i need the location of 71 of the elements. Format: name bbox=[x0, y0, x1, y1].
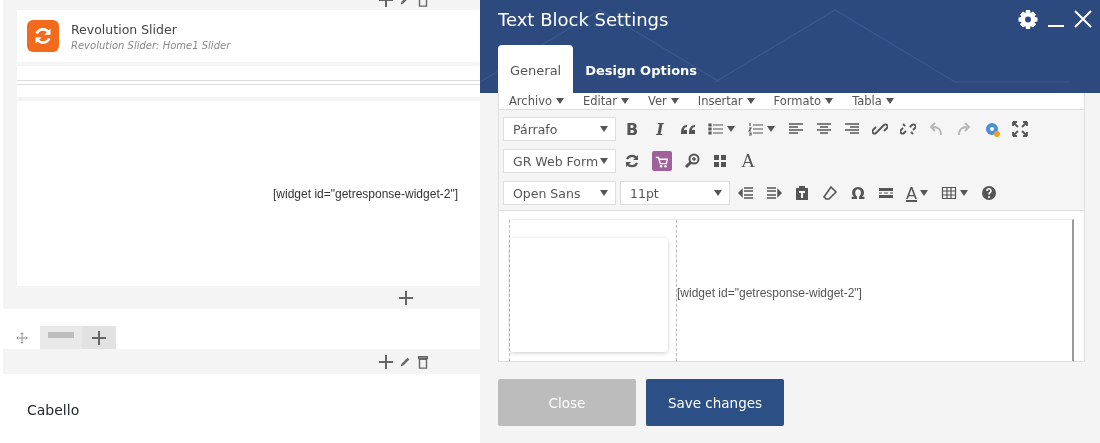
indent-icon bbox=[766, 185, 782, 201]
toolbar-button[interactable]: I bbox=[648, 117, 672, 141]
toolbar-button[interactable]: B bbox=[620, 117, 644, 141]
caret-icon bbox=[599, 124, 609, 134]
widget-shortcode: [widget id="getresponse-widget-2"] bbox=[677, 286, 862, 302]
widget-shortcode: [widget id="getresponse-widget-2"] bbox=[273, 186, 458, 201]
section-title: Cabello bbox=[27, 402, 81, 418]
outdent-icon bbox=[738, 185, 754, 201]
menu-item[interactable]: Insertar bbox=[697, 93, 756, 109]
page-break-icon bbox=[878, 185, 894, 201]
undo-icon bbox=[928, 121, 944, 137]
toolbar-button[interactable]: Ω bbox=[846, 181, 870, 205]
align-center-icon bbox=[816, 121, 832, 137]
cart-icon bbox=[652, 151, 672, 171]
tab[interactable]: General bbox=[498, 45, 574, 93]
refresh-icon bbox=[624, 153, 640, 169]
dropdown-select[interactable]: GR Web Form bbox=[503, 149, 616, 173]
caret-icon bbox=[726, 124, 736, 134]
unlink-icon bbox=[900, 121, 916, 137]
gears-icon bbox=[984, 121, 1000, 137]
caret-icon bbox=[599, 188, 609, 198]
menu-item[interactable]: Ver bbox=[648, 93, 680, 109]
tab[interactable]: Design Options bbox=[573, 45, 710, 93]
redo-icon bbox=[956, 121, 972, 137]
settings-icon[interactable] bbox=[1018, 9, 1038, 29]
caret-icon bbox=[958, 188, 969, 198]
help-icon bbox=[980, 185, 997, 201]
clipboard-icon bbox=[794, 185, 810, 201]
caret-icon bbox=[599, 156, 609, 166]
save-button[interactable]: Save changes bbox=[646, 379, 784, 426]
dropdown-select[interactable]: 11pt bbox=[620, 181, 730, 205]
link-icon bbox=[872, 121, 888, 137]
trash-icon bbox=[416, 353, 430, 370]
move-icon bbox=[15, 331, 28, 344]
caret-icon bbox=[766, 124, 776, 134]
menu-item[interactable]: Tabla bbox=[852, 93, 895, 109]
caret-icon bbox=[669, 96, 680, 106]
slider-element[interactable]: Revolution Slider Revolution Slider: Home1 Slider bbox=[17, 10, 480, 62]
text-color-button[interactable]: A bbox=[902, 181, 933, 205]
add-column-tab[interactable] bbox=[82, 326, 116, 349]
grid-icon bbox=[712, 153, 728, 169]
table-icon bbox=[940, 185, 957, 201]
caret-icon bbox=[620, 96, 631, 106]
dropdown-select[interactable]: Párrafo bbox=[503, 117, 616, 141]
refresh-icon bbox=[27, 20, 59, 52]
plus-icon bbox=[91, 329, 107, 346]
toolbar-button[interactable]: A bbox=[736, 148, 760, 174]
fullscreen-icon bbox=[1012, 121, 1028, 137]
plus-icon bbox=[378, 353, 394, 370]
eraser-icon bbox=[822, 185, 838, 201]
caret-icon bbox=[918, 188, 929, 198]
close-icon[interactable] bbox=[1074, 10, 1092, 28]
element-subtitle: Revolution Slider: Home1 Slider bbox=[71, 39, 231, 51]
menu-item[interactable]: Formato bbox=[773, 93, 835, 109]
bullet-list-icon bbox=[708, 121, 724, 137]
zoom-in-icon bbox=[684, 153, 700, 169]
dropdown-select[interactable]: Open Sans bbox=[503, 181, 616, 205]
numbered-list-icon bbox=[748, 121, 764, 137]
plus-icon bbox=[398, 289, 414, 306]
caret-icon bbox=[713, 188, 723, 198]
panel-title: Text Block Settings bbox=[498, 8, 670, 30]
caret-icon bbox=[745, 96, 756, 106]
caret-icon bbox=[555, 96, 565, 106]
caret-icon bbox=[884, 96, 895, 106]
align-right-icon bbox=[844, 121, 860, 137]
menu-item[interactable]: Archivo bbox=[509, 93, 565, 109]
menu-item[interactable]: Editar bbox=[583, 93, 631, 109]
align-left-icon bbox=[788, 121, 804, 137]
text-block-element[interactable]: [widget id="getresponse-widget-2"] bbox=[17, 101, 480, 286]
caret-icon bbox=[824, 96, 835, 106]
element-title: Revolution Slider bbox=[71, 21, 178, 37]
